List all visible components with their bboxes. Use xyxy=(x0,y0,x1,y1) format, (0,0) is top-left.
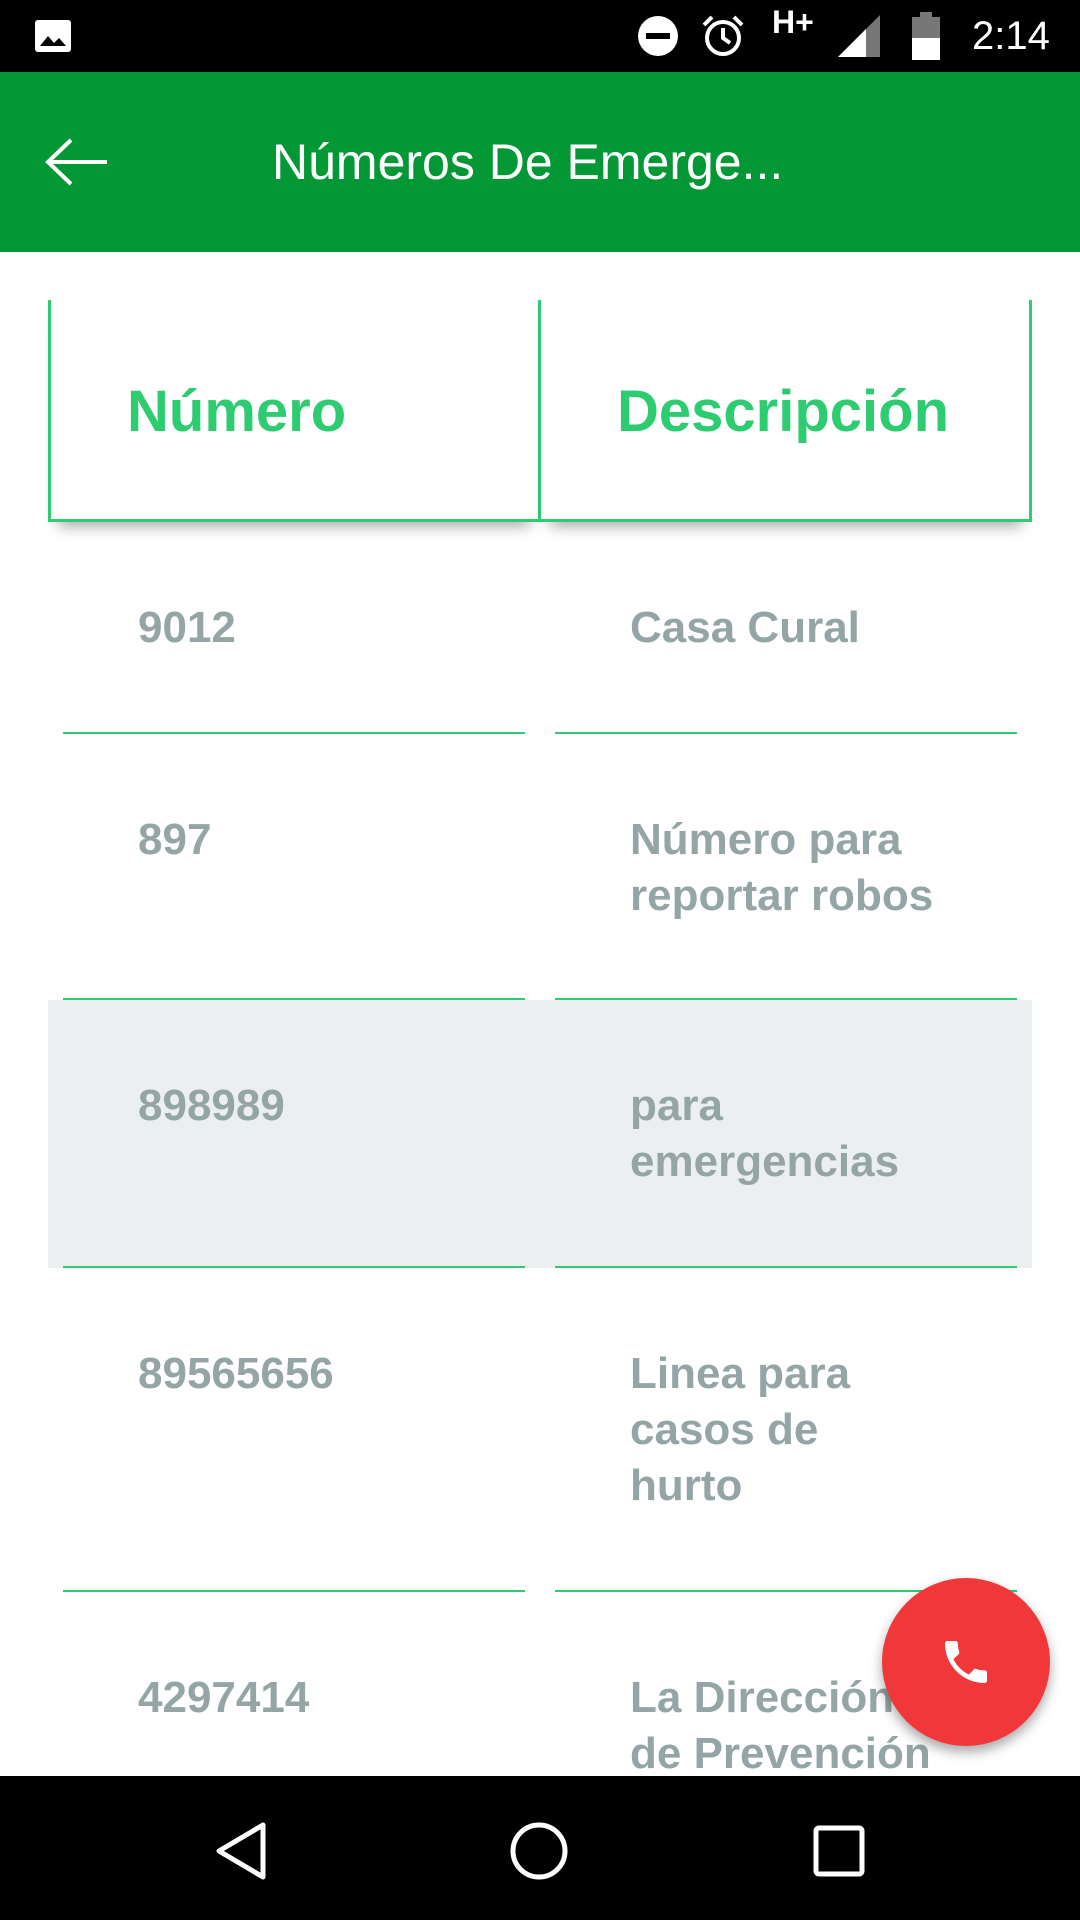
alarm-icon xyxy=(700,0,746,72)
system-nav-bar xyxy=(0,1776,1080,1920)
header-numero-label: Número xyxy=(127,379,347,444)
phone-icon xyxy=(945,1641,987,1683)
table-row[interactable]: 897 Número para reportar robos xyxy=(48,734,1032,1000)
row-description: Linea para casos de hurto xyxy=(630,1349,851,1510)
table-row[interactable]: 9012 Casa Cural xyxy=(48,522,1032,734)
row-number: 4297414 xyxy=(138,1673,310,1722)
row-description: Casa Cural xyxy=(630,603,860,652)
back-triangle-icon xyxy=(216,1822,266,1880)
row-description: Número para reportar robos xyxy=(630,815,934,920)
row-description: para emergencias xyxy=(630,1081,900,1186)
call-fab-button[interactable] xyxy=(882,1578,1050,1746)
header-descripcion-label: Descripción xyxy=(617,379,949,444)
recents-square-icon xyxy=(813,1825,865,1877)
app-bar: Números De Emerge... xyxy=(0,72,1080,252)
row-number: 89565656 xyxy=(138,1349,334,1398)
network-type-label: H+ xyxy=(772,3,814,40)
table-row[interactable]: 89565656 Linea para casos de hurto xyxy=(48,1268,1032,1592)
row-number: 9012 xyxy=(138,603,236,652)
nav-recents-button[interactable] xyxy=(804,1816,874,1886)
page-title: Números De Emerge... xyxy=(272,134,784,190)
header-cell-descripcion: Descripción xyxy=(540,300,1032,522)
arrow-left-icon xyxy=(45,138,107,186)
row-number: 897 xyxy=(138,815,212,864)
table-header: Número Descripción xyxy=(48,300,1032,522)
status-bar: H+ 2:14 xyxy=(0,0,1080,72)
signal-icon xyxy=(836,0,882,72)
clock-time: 2:14 xyxy=(972,13,1050,58)
home-circle-icon xyxy=(510,1822,568,1880)
back-button[interactable] xyxy=(36,124,116,200)
header-cell-numero: Número xyxy=(48,300,540,522)
emergency-numbers-list[interactable]: 9012 Casa Cural 897 Número para reportar… xyxy=(48,522,1032,1776)
table-row-highlighted[interactable]: 898989 para emergencias xyxy=(48,1000,1032,1268)
nav-back-button[interactable] xyxy=(206,1816,276,1886)
battery-icon xyxy=(912,0,940,72)
nav-home-button[interactable] xyxy=(504,1816,574,1886)
do-not-disturb-icon xyxy=(636,0,680,72)
gallery-icon xyxy=(34,0,72,72)
row-number: 898989 xyxy=(138,1081,285,1130)
